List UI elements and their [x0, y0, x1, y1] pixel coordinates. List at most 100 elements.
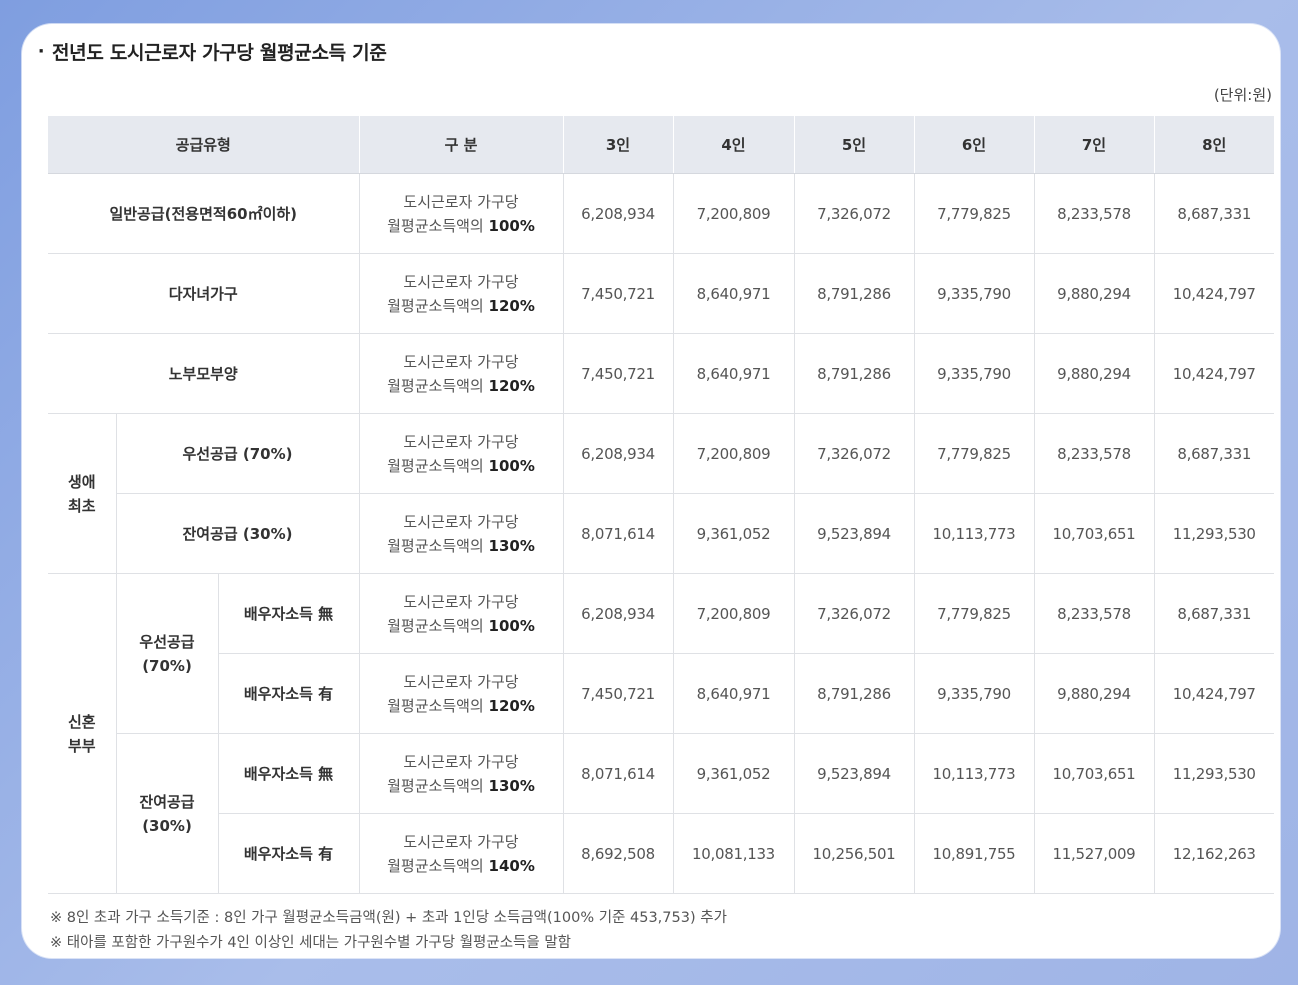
- header-col-6: 6인: [913, 116, 1034, 174]
- value-cell: 10,703,651: [1033, 493, 1154, 574]
- income-table: 공급유형 구 분 3인 4인 5인 6인 7인 8인 일반공급(전용면적60㎡이…: [48, 116, 1274, 894]
- row-label: 일반공급(전용면적60㎡이하): [48, 173, 359, 254]
- row-description: 도시근로자 가구당 월평균소득액의 100%: [358, 173, 563, 254]
- header-col-3: 3인: [562, 116, 673, 174]
- value-cell: 10,424,797: [1153, 653, 1274, 734]
- table-header-row: 공급유형 구 분 3인 4인 5인 6인 7인 8인: [48, 116, 1274, 174]
- table-row: 신혼 부부 우선공급 (70%) 배우자소득 無 도시근로자 가구당 월평균소득액의 …: [48, 573, 1274, 894]
- value-cell: 9,335,790: [913, 653, 1034, 734]
- value-cell: 8,233,578: [1033, 573, 1154, 654]
- value-cell: 7,779,825: [913, 413, 1034, 494]
- value-cell: 9,523,894: [793, 493, 914, 574]
- row-label: 우선공급 (70%): [115, 413, 359, 494]
- value-cell: 7,779,825: [913, 573, 1034, 654]
- row-label: 배우자소득 無: [217, 733, 359, 814]
- value-cell: 6,208,934: [562, 173, 673, 254]
- value-cell: 7,200,809: [672, 413, 794, 494]
- value-cell: 7,779,825: [913, 173, 1034, 254]
- table-row: 다자녀가구 도시근로자 가구당 월평균소득액의 120% 7,450,721 8,…: [48, 253, 1274, 334]
- value-cell: 8,791,286: [793, 653, 914, 734]
- row-label: 배우자소득 有: [217, 813, 359, 894]
- value-cell: 8,687,331: [1153, 413, 1274, 494]
- header-division: 구 분: [358, 116, 563, 174]
- value-cell: 8,791,286: [793, 333, 914, 414]
- value-cell: 9,335,790: [913, 253, 1034, 334]
- row-description: 도시근로자 가구당 월평균소득액의 100%: [358, 413, 563, 494]
- row-label: 잔여공급 (30%): [115, 493, 359, 574]
- header-col-4: 4인: [672, 116, 794, 174]
- table-row: 배우자소득 有 도시근로자 가구당 월평균소득액의 140% 8,692,508 …: [48, 813, 1274, 894]
- value-cell: 7,450,721: [562, 333, 673, 414]
- subgroup-priority: 우선공급 (70%): [115, 573, 218, 734]
- value-cell: 9,523,894: [793, 733, 914, 814]
- row-label: 다자녀가구: [48, 253, 359, 334]
- value-cell: 10,703,651: [1033, 733, 1154, 814]
- content-card: · 전년도 도시근로자 가구당 월평균소득 기준 (단위:원) 공급유형 구 분…: [22, 24, 1280, 958]
- value-cell: 9,880,294: [1033, 653, 1154, 734]
- value-cell: 12,162,263: [1153, 813, 1274, 894]
- value-cell: 8,233,578: [1033, 173, 1154, 254]
- subgroup-remaining: 잔여공급 (30%): [115, 733, 218, 894]
- bullet-icon: ·: [37, 41, 45, 62]
- footnote: ※ 태아를 포함한 가구원수가 4인 이상인 세대는 가구원수별 가구당 월평균…: [50, 935, 572, 951]
- value-cell: 8,687,331: [1153, 173, 1274, 254]
- value-cell: 11,293,530: [1153, 493, 1274, 574]
- value-cell: 8,687,331: [1153, 573, 1274, 654]
- value-cell: 7,200,809: [672, 173, 794, 254]
- section-title: · 전년도 도시근로자 가구당 월평균소득 기준: [30, 38, 387, 65]
- section-title-text: 전년도 도시근로자 가구당 월평균소득 기준: [52, 42, 387, 64]
- value-cell: 7,326,072: [793, 173, 914, 254]
- value-cell: 8,071,614: [562, 493, 673, 574]
- value-cell: 9,880,294: [1033, 333, 1154, 414]
- header-supply-type: 공급유형: [48, 116, 359, 174]
- footnotes: ※ 8인 초과 가구 소득기준 : 8인 가구 월평균소득금액(원) + 초과 …: [50, 906, 727, 956]
- row-description: 도시근로자 가구당 월평균소득액의 120%: [358, 253, 563, 334]
- group-newlywed: 신혼 부부: [48, 573, 116, 894]
- value-cell: 7,326,072: [793, 413, 914, 494]
- value-cell: 8,233,578: [1033, 413, 1154, 494]
- row-description: 도시근로자 가구당 월평균소득액의 120%: [358, 333, 563, 414]
- row-label: 배우자소득 無: [217, 573, 359, 654]
- value-cell: 10,891,755: [913, 813, 1034, 894]
- value-cell: 9,361,052: [672, 733, 794, 814]
- value-cell: 10,081,133: [672, 813, 794, 894]
- table-row: 노부모부양 도시근로자 가구당 월평균소득액의 120% 7,450,721 8,…: [48, 333, 1274, 414]
- row-description: 도시근로자 가구당 월평균소득액의 140%: [358, 813, 563, 894]
- row-description: 도시근로자 가구당 월평균소득액의 120%: [358, 653, 563, 734]
- value-cell: 7,450,721: [562, 653, 673, 734]
- row-description: 도시근로자 가구당 월평균소득액의 130%: [358, 493, 563, 574]
- value-cell: 11,527,009: [1033, 813, 1154, 894]
- row-label: 노부모부양: [48, 333, 359, 414]
- row-description: 도시근로자 가구당 월평균소득액의 100%: [358, 573, 563, 654]
- value-cell: 7,200,809: [672, 573, 794, 654]
- footnote: ※ 8인 초과 가구 소득기준 : 8인 가구 월평균소득금액(원) + 초과 …: [50, 910, 727, 926]
- value-cell: 6,208,934: [562, 573, 673, 654]
- value-cell: 6,208,934: [562, 413, 673, 494]
- table-row: 생애 최초 우선공급 (70%) 도시근로자 가구당 월평균소득액의 100% 6,…: [48, 413, 1274, 574]
- table-row: 잔여공급 (30%) 배우자소득 無 도시근로자 가구당 월평균소득액의 130% …: [48, 733, 1274, 894]
- value-cell: 9,361,052: [672, 493, 794, 574]
- value-cell: 10,424,797: [1153, 333, 1274, 414]
- value-cell: 8,692,508: [562, 813, 673, 894]
- row-label: 배우자소득 有: [217, 653, 359, 734]
- value-cell: 10,424,797: [1153, 253, 1274, 334]
- value-cell: 7,450,721: [562, 253, 673, 334]
- value-cell: 10,113,773: [913, 733, 1034, 814]
- value-cell: 7,326,072: [793, 573, 914, 654]
- value-cell: 8,071,614: [562, 733, 673, 814]
- value-cell: 9,335,790: [913, 333, 1034, 414]
- unit-label: (단위:원): [1213, 86, 1272, 104]
- value-cell: 10,256,501: [793, 813, 914, 894]
- value-cell: 8,640,971: [672, 653, 794, 734]
- value-cell: 10,113,773: [913, 493, 1034, 574]
- value-cell: 8,640,971: [672, 333, 794, 414]
- value-cell: 8,640,971: [672, 253, 794, 334]
- header-col-8: 8인: [1153, 116, 1274, 174]
- value-cell: 8,791,286: [793, 253, 914, 334]
- header-col-5: 5인: [793, 116, 914, 174]
- table-row: 배우자소득 有 도시근로자 가구당 월평균소득액의 120% 7,450,721 …: [48, 653, 1274, 734]
- table-row: 일반공급(전용면적60㎡이하) 도시근로자 가구당 월평균소득액의 100% 6,…: [48, 173, 1274, 254]
- table-row: 잔여공급 (30%) 도시근로자 가구당 월평균소득액의 130% 8,071,6…: [48, 493, 1274, 574]
- value-cell: 9,880,294: [1033, 253, 1154, 334]
- row-description: 도시근로자 가구당 월평균소득액의 130%: [358, 733, 563, 814]
